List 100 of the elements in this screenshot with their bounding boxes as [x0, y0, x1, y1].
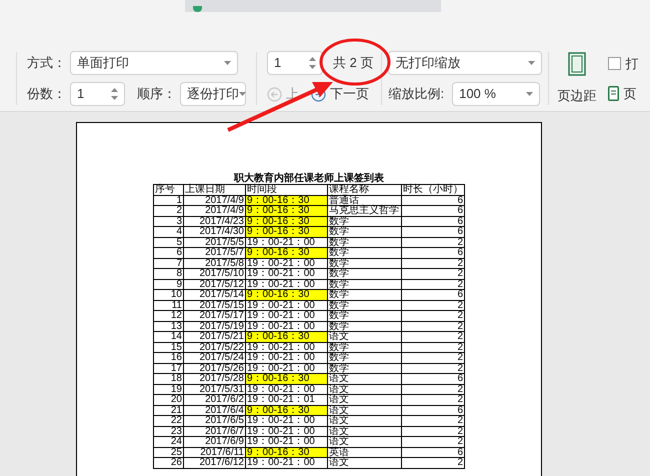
table-cell: 2: [402, 384, 464, 394]
table-cell: 2017/6/4: [184, 405, 246, 416]
order-label: 顺序：: [137, 85, 176, 104]
table-cell: 19：00-21：00: [246, 300, 328, 310]
table-cell: 2017/4/30: [184, 226, 246, 237]
table-cell: 2: [402, 352, 464, 363]
table-cell: 2017/4/9: [184, 195, 246, 206]
table-cell: 2017/5/19: [184, 321, 246, 332]
table-cell: 2017/6/12: [184, 458, 246, 468]
table-cell: 19：00-21：00: [246, 310, 328, 321]
toolbar-label: 页: [623, 84, 636, 102]
table-cell: 19: [154, 384, 184, 394]
table-cell: 13: [154, 321, 184, 332]
table-cell: 22: [154, 416, 184, 426]
circle-annotation: [320, 38, 390, 86]
table-cell: 23: [154, 426, 184, 436]
spin-arrows-icon[interactable]: [111, 86, 118, 102]
table-cell: 2017/5/15: [184, 300, 246, 310]
table-cell: 6: [402, 226, 464, 237]
scaling-select[interactable]: 无打印缩放: [388, 51, 542, 75]
table-cell: 11: [154, 300, 184, 310]
table-cell: 16: [154, 352, 184, 363]
table-cell: 2: [402, 458, 464, 468]
table-cell: 14: [154, 332, 184, 342]
table-cell: 2017/5/7: [184, 248, 246, 258]
table-cell: 17: [154, 363, 184, 374]
table-cell: 24: [154, 436, 184, 447]
table-cell: 2: [402, 416, 464, 426]
table-cell: 4: [154, 226, 184, 237]
table-cell: 6: [402, 216, 464, 226]
table-cell: 2: [402, 300, 464, 310]
checkbox[interactable]: [608, 57, 622, 70]
table-cell: 12: [154, 310, 184, 321]
table-cell: 20: [154, 394, 184, 405]
table-cell: 2: [402, 258, 464, 268]
table-cell: 2017/5/28: [184, 374, 246, 384]
table-cell: 2017/6/7: [184, 426, 246, 436]
spin-arrows-icon[interactable]: [309, 55, 316, 71]
page-margins-button[interactable]: 页边距: [549, 48, 604, 109]
page-number-field[interactable]: 1: [267, 51, 323, 75]
table-cell: 5: [154, 237, 184, 248]
table-cell: 2: [402, 426, 464, 436]
table-cell: 2017/5/22: [184, 342, 246, 352]
table-cell: 7: [154, 258, 184, 268]
table-cell: 2017/4/9: [184, 206, 246, 216]
table-cell: 8: [154, 268, 184, 279]
copies-field[interactable]: 1: [70, 82, 125, 106]
sheet-title: 职大教育内部任课老师上课签到表: [234, 173, 384, 184]
order-select[interactable]: 逐份打印: [180, 82, 246, 106]
table-cell: 2017/5/12: [184, 279, 246, 290]
table-cell: 6: [402, 290, 464, 300]
table-cell: 19：00-21：00: [246, 258, 328, 268]
table-cell: 15: [154, 342, 184, 352]
mode-select[interactable]: 单面打印: [70, 51, 238, 75]
table-cell: 18: [154, 374, 184, 384]
table-cell: 9: [154, 279, 184, 290]
scale-ratio-label: 缩放比例:: [388, 85, 444, 104]
page-count: 共 2 页: [333, 54, 374, 72]
caret-icon: [239, 92, 246, 96]
table-cell: 19：00-21：00: [246, 436, 328, 447]
table-cell: 2: [402, 321, 464, 332]
caret-icon: [224, 61, 231, 65]
table-cell: 19：00-21：00: [246, 426, 328, 436]
table-cell: 6: [402, 405, 464, 416]
table-cell: 2: [402, 342, 464, 352]
table-cell: 2017/6/11: [184, 447, 246, 458]
table-cell: 2017/5/10: [184, 268, 246, 279]
table-cell: 26: [154, 458, 184, 468]
table-cell: 2: [154, 206, 184, 216]
caret-icon: [528, 61, 536, 65]
table-cell: 6: [154, 248, 184, 258]
mode-label: 方式：: [27, 54, 66, 72]
table-cell: 2: [402, 436, 464, 447]
table-cell: 2017/5/21: [184, 332, 246, 342]
page-margins-icon: [568, 52, 586, 76]
next-page-button[interactable]: 下一页: [311, 84, 369, 104]
table-cell: 2017/6/2: [184, 394, 246, 405]
scale-ratio-select[interactable]: 100 %: [452, 82, 540, 106]
table-cell: 6: [402, 195, 464, 206]
table-cell: 19：00-21：01: [246, 394, 328, 405]
table-cell: 1: [154, 195, 184, 206]
table-cell: 2: [402, 268, 464, 279]
table-cell: 6: [402, 447, 464, 458]
table-cell: 21: [154, 405, 184, 416]
table-cell: 19：00-21：00: [246, 342, 328, 352]
table-cell: 6: [402, 374, 464, 384]
table-cell: 25: [154, 447, 184, 458]
table-cell: 19：00-21：00: [246, 416, 328, 426]
table-cell: 10: [154, 290, 184, 300]
page-icon: [608, 86, 620, 101]
table-cell: 3: [154, 216, 184, 226]
caret-icon: [526, 92, 534, 96]
table-cell: 2017/5/17: [184, 310, 246, 321]
table-cell: 6: [402, 248, 464, 258]
table-cell: 2017/5/31: [184, 384, 246, 394]
table-cell: 19：00-21：00: [246, 384, 328, 394]
table-cell: 2: [402, 363, 464, 374]
table-cell: 19：00-21：00: [246, 458, 328, 468]
table-cell: 2017/6/5: [184, 416, 246, 426]
table-cell: 2: [402, 237, 464, 248]
